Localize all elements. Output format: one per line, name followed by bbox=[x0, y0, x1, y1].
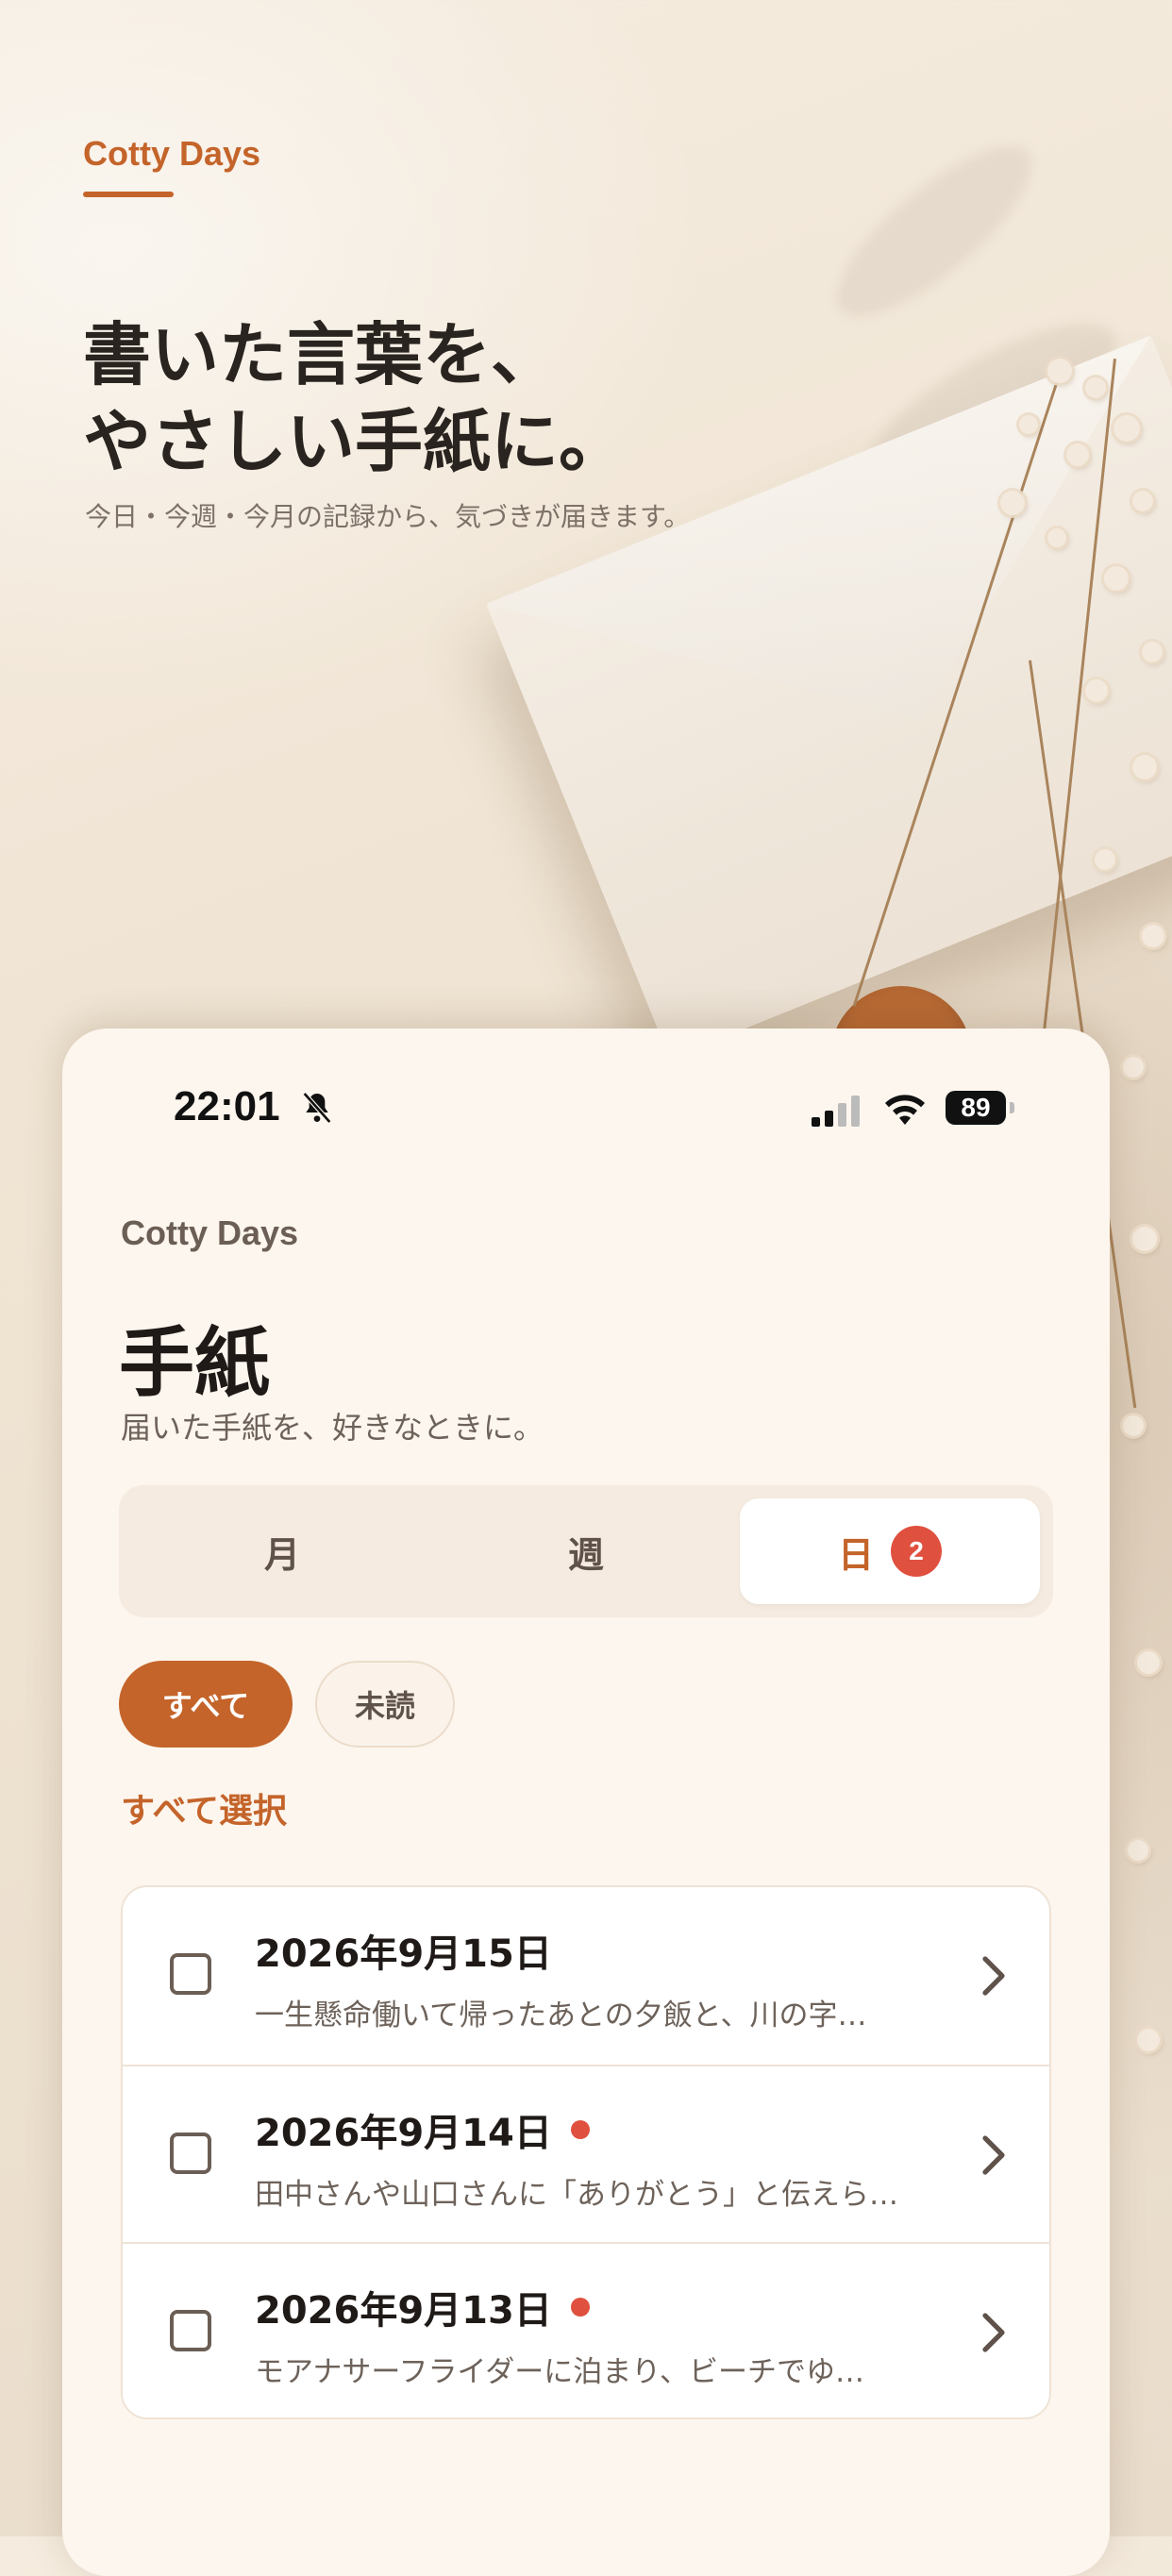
letter-row[interactable]: 2026年9月15日 一生懸命働いて帰ったあとの夕飯と、川の字… bbox=[123, 1887, 1049, 2065]
status-time: 22:01 bbox=[174, 1083, 280, 1129]
phone-screen: 22:01 89 Cotty Days 手紙 届いた手紙を、好きなときに。 月 … bbox=[62, 1029, 1110, 2576]
battery-cap bbox=[1010, 1102, 1014, 1113]
signal-icon bbox=[812, 1095, 864, 1127]
chevron-right-icon bbox=[982, 2135, 1005, 2175]
page-title: 手紙 bbox=[119, 1319, 270, 1407]
filter-unread-label: 未読 bbox=[354, 1688, 415, 1724]
bell-off-icon bbox=[302, 1092, 332, 1124]
hero-subtitle: 今日・今週・今月の記録から、気づきが届きます。 bbox=[85, 501, 691, 532]
tab-week-label: 週 bbox=[567, 1533, 604, 1576]
row-checkbox[interactable] bbox=[170, 2310, 211, 2351]
unread-dot bbox=[570, 2298, 590, 2317]
app-brand: Cotty Days bbox=[121, 1213, 299, 1252]
letter-date-text: 2026年9月15日 bbox=[255, 1932, 552, 1976]
letter-preview: 田中さんや山口さんに「ありがとう」と伝えら… bbox=[255, 2178, 898, 2212]
filter-all-chip[interactable]: すべて bbox=[119, 1661, 293, 1748]
tab-month-label: 月 bbox=[263, 1533, 300, 1576]
letter-date: 2026年9月13日 bbox=[255, 2280, 590, 2334]
letter-date: 2026年9月14日 bbox=[255, 2102, 590, 2157]
letter-row[interactable]: 2026年9月13日 モアナサーフライダーに泊まり、ビーチでゆ… bbox=[123, 2242, 1049, 2417]
hero-title: 書いた言葉を、 やさしい手紙に。 bbox=[83, 315, 628, 481]
hero-brand: Cotty Days bbox=[83, 134, 261, 173]
tab-week[interactable]: 週 bbox=[436, 1498, 736, 1604]
select-all-button[interactable]: すべて選択 bbox=[121, 1783, 287, 1832]
letter-preview: モアナサーフライダーに泊まり、ビーチでゆ… bbox=[255, 2355, 865, 2389]
tab-month[interactable]: 月 bbox=[132, 1498, 432, 1604]
unread-count-badge: 2 bbox=[891, 1526, 942, 1577]
battery-icon: 89 bbox=[946, 1091, 1006, 1125]
tab-day[interactable]: 日 2 bbox=[740, 1498, 1040, 1604]
letter-list: 2026年9月15日 一生懸命働いて帰ったあとの夕飯と、川の字… 2026年9月… bbox=[121, 1885, 1051, 2419]
hero-brand-underline bbox=[83, 192, 174, 197]
letter-row[interactable]: 2026年9月14日 田中さんや山口さんに「ありがとう」と伝えら… bbox=[123, 2065, 1049, 2244]
period-segmented-control: 月 週 日 2 bbox=[119, 1485, 1053, 1617]
letter-date-text: 2026年9月14日 bbox=[255, 2112, 552, 2155]
row-checkbox[interactable] bbox=[170, 2133, 211, 2174]
wifi-icon bbox=[885, 1095, 925, 1125]
filter-all-label: すべて bbox=[161, 1688, 250, 1724]
chevron-right-icon bbox=[982, 2313, 1005, 2352]
letter-date-text: 2026年9月13日 bbox=[255, 2289, 552, 2333]
chevron-right-icon bbox=[982, 1956, 1005, 1996]
page-subtitle: 届いた手紙を、好きなときに。 bbox=[121, 1410, 544, 1446]
filter-unread-chip[interactable]: 未読 bbox=[315, 1661, 455, 1748]
letter-preview: 一生懸命働いて帰ったあとの夕飯と、川の字… bbox=[255, 1999, 867, 2032]
letter-date: 2026年9月15日 bbox=[255, 1923, 552, 1978]
row-checkbox[interactable] bbox=[170, 1953, 211, 1995]
unread-dot bbox=[570, 2120, 590, 2139]
tab-day-label: 日 bbox=[837, 1533, 874, 1576]
